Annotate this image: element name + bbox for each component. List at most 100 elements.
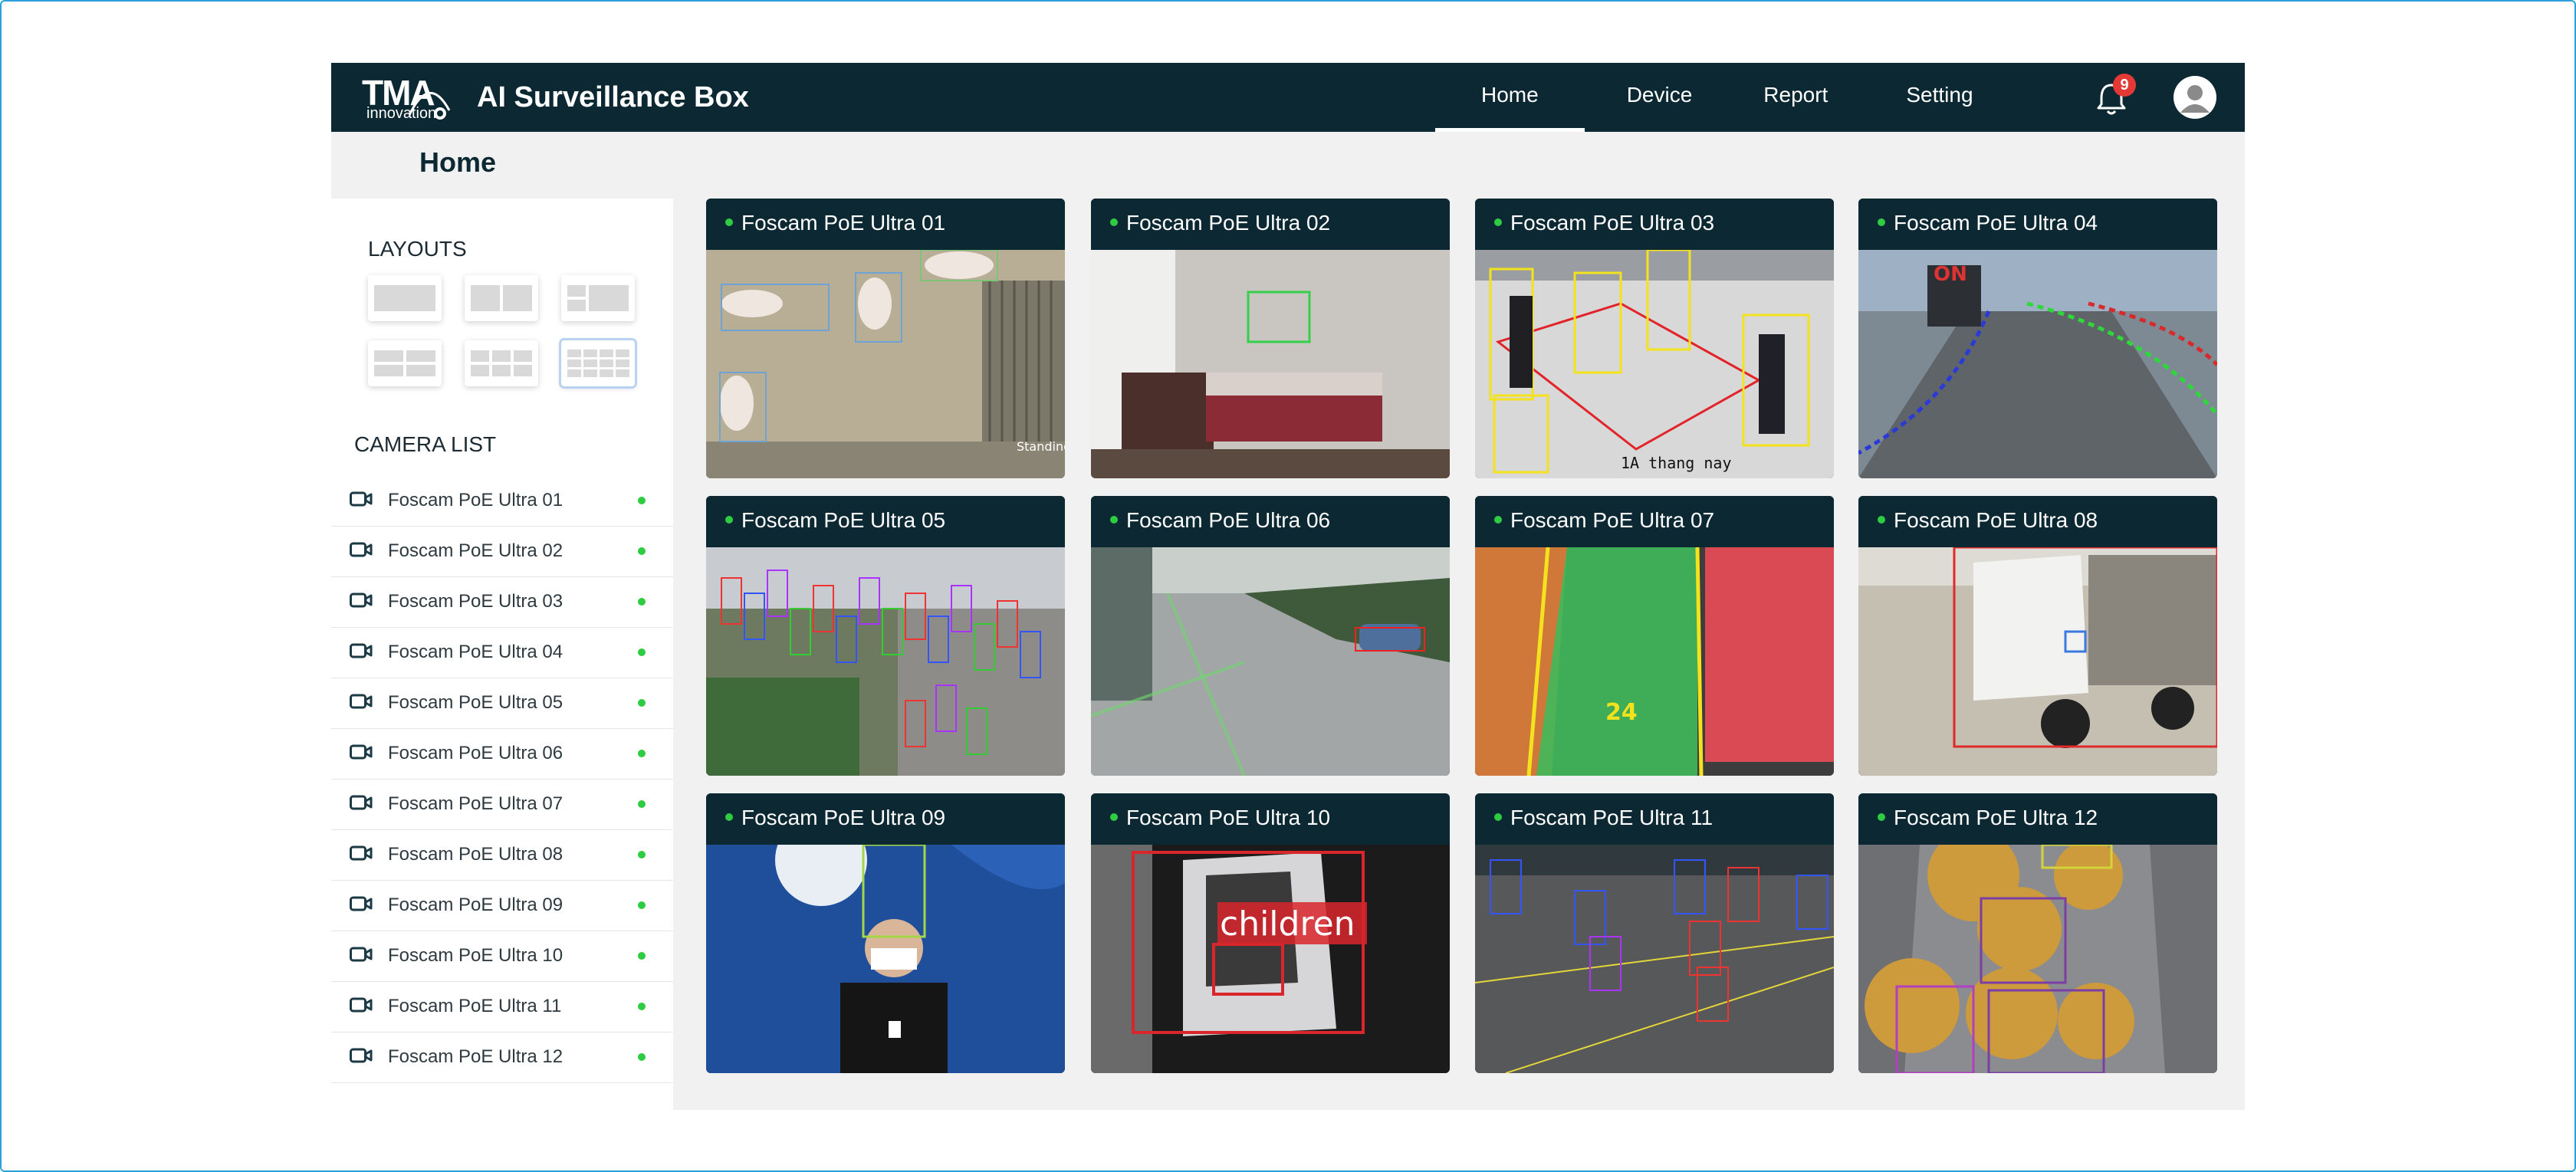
camera-list-item-label: Foscam PoE Ultra 04 — [388, 642, 564, 662]
camera-list-item[interactable]: Foscam PoE Ultra 09 — [331, 881, 673, 931]
camera-tile[interactable]: Foscam PoE Ultra 10 children — [1091, 793, 1450, 1073]
camera-tile-title: Foscam PoE Ultra 03 — [1510, 211, 1715, 235]
status-dot — [1110, 813, 1118, 821]
camera-list-item-label: Foscam PoE Ultra 10 — [388, 945, 564, 966]
status-dot — [638, 952, 646, 960]
status-dot — [638, 547, 646, 555]
layout-4x3-button[interactable] — [561, 340, 635, 386]
logo-subtext: innovation — [366, 105, 437, 122]
status-dot — [638, 800, 646, 808]
camera-tile-title: Foscam PoE Ultra 01 — [741, 211, 946, 235]
camera-tile[interactable]: Foscam PoE Ultra 07 24 — [1475, 496, 1834, 776]
camera-list-item[interactable]: Foscam PoE Ultra 05 — [331, 678, 673, 729]
layout-2x1-button[interactable] — [465, 275, 538, 321]
camera-list-item[interactable]: Foscam PoE Ultra 07 — [331, 780, 673, 830]
camera-tile-title: Foscam PoE Ultra 05 — [741, 508, 946, 532]
camera-tile[interactable]: Foscam PoE Ultra 01 Standing — [706, 199, 1065, 478]
camera-list-title: CAMERA LIST — [354, 432, 497, 456]
camera-feed[interactable]: Standing — [706, 250, 1065, 478]
camera-tile-header: Foscam PoE Ultra 11 — [1475, 793, 1834, 845]
camera-list-item-label: Foscam PoE Ultra 03 — [388, 591, 564, 612]
app-title: AI Surveillance Box — [477, 81, 749, 113]
camera-feed[interactable]: children — [1091, 845, 1450, 1073]
camera-list-item[interactable]: Foscam PoE Ultra 03 — [331, 577, 673, 628]
camera-feed[interactable] — [1475, 845, 1834, 1073]
notification-badge: 9 — [2113, 74, 2136, 97]
camera-feed[interactable]: 1A thang nay — [1475, 250, 1834, 478]
camera-list-item[interactable]: Foscam PoE Ultra 01 — [331, 476, 673, 527]
svg-text:ON: ON — [1934, 263, 1967, 286]
nav-report[interactable]: Report — [1727, 63, 1872, 132]
camera-feed[interactable]: ON — [1858, 250, 2217, 478]
camera-tile[interactable]: Foscam PoE Ultra 12 — [1858, 793, 2217, 1073]
camera-icon — [350, 996, 373, 1013]
camera-feed[interactable] — [706, 845, 1065, 1073]
camera-tile[interactable]: Foscam PoE Ultra 11 — [1475, 793, 1834, 1073]
camera-tile[interactable]: Foscam PoE Ultra 05 — [706, 496, 1065, 776]
svg-text:children: children — [1220, 904, 1355, 944]
camera-tile-header: Foscam PoE Ultra 09 — [706, 793, 1065, 845]
status-dot — [638, 750, 646, 757]
status-dot — [1110, 218, 1118, 226]
layout-1x1-button[interactable] — [368, 275, 442, 321]
camera-feed[interactable] — [1091, 250, 1450, 478]
camera-tile-header: Foscam PoE Ultra 03 — [1475, 199, 1834, 250]
layout-1+2-button[interactable] — [561, 275, 635, 321]
camera-list-item[interactable]: Foscam PoE Ultra 12 — [331, 1032, 673, 1083]
camera-tile-header: Foscam PoE Ultra 05 — [706, 496, 1065, 547]
camera-tile[interactable]: Foscam PoE Ultra 03 1A thang nay — [1475, 199, 1834, 478]
camera-list-item-label: Foscam PoE Ultra 01 — [388, 490, 564, 510]
svg-text:Standing: Standing — [1017, 439, 1065, 454]
layout-2x2-button[interactable] — [368, 340, 442, 386]
camera-list-item-label: Foscam PoE Ultra 09 — [388, 895, 564, 915]
camera-list-item[interactable]: Foscam PoE Ultra 04 — [331, 628, 673, 678]
layout-3x2-button[interactable] — [465, 340, 538, 386]
status-dot — [1878, 813, 1885, 821]
camera-tile[interactable]: Foscam PoE Ultra 04 ON — [1858, 199, 2217, 478]
nav-setting[interactable]: Setting — [1872, 63, 2016, 132]
main-nav: Home Device Report Setting — [1435, 63, 2016, 132]
svg-text:24: 24 — [1605, 699, 1638, 726]
layouts-title: LAYOUTS — [368, 237, 467, 261]
camera-feed[interactable] — [1858, 547, 2217, 776]
status-dot — [1878, 218, 1885, 226]
nav-device[interactable]: Device — [1585, 63, 1728, 132]
page-title: Home — [419, 146, 497, 178]
camera-feed[interactable] — [1091, 547, 1450, 776]
camera-tile-title: Foscam PoE Ultra 04 — [1894, 211, 2098, 235]
camera-icon — [350, 794, 373, 811]
camera-tile[interactable]: Foscam PoE Ultra 08 — [1858, 496, 2217, 776]
camera-list-item[interactable]: Foscam PoE Ultra 11 — [331, 982, 673, 1032]
avatar-icon — [2175, 77, 2215, 117]
nav-home[interactable]: Home — [1435, 63, 1585, 132]
camera-feed[interactable] — [1858, 845, 2217, 1073]
status-dot — [638, 1003, 646, 1010]
camera-feed[interactable]: 24 — [1475, 547, 1834, 776]
camera-icon — [350, 693, 373, 710]
camera-icon — [350, 845, 373, 862]
status-dot — [638, 901, 646, 909]
camera-tile-title: Foscam PoE Ultra 07 — [1510, 508, 1715, 532]
camera-tile-title: Foscam PoE Ultra 06 — [1126, 508, 1331, 532]
status-dot — [1494, 516, 1502, 524]
camera-tile[interactable]: Foscam PoE Ultra 02 — [1091, 199, 1450, 478]
camera-list-item[interactable]: Foscam PoE Ultra 10 — [331, 931, 673, 982]
camera-tile[interactable]: Foscam PoE Ultra 06 — [1091, 496, 1450, 776]
camera-feed[interactable] — [706, 547, 1065, 776]
camera-icon — [350, 895, 373, 912]
camera-tile-header: Foscam PoE Ultra 01 — [706, 199, 1065, 250]
camera-list-item[interactable]: Foscam PoE Ultra 08 — [331, 830, 673, 881]
status-dot — [1494, 218, 1502, 226]
camera-tile[interactable]: Foscam PoE Ultra 09 — [706, 793, 1065, 1073]
avatar[interactable] — [2174, 76, 2216, 119]
tma-logo[interactable]: TMA innovation — [362, 74, 462, 121]
camera-tile-title: Foscam PoE Ultra 12 — [1894, 806, 2098, 829]
camera-tile-header: Foscam PoE Ultra 04 — [1858, 199, 2217, 250]
status-dot — [638, 598, 646, 606]
camera-tile-header: Foscam PoE Ultra 10 — [1091, 793, 1450, 845]
camera-list-item[interactable]: Foscam PoE Ultra 02 — [331, 527, 673, 577]
camera-tile-header: Foscam PoE Ultra 12 — [1858, 793, 2217, 845]
status-dot — [638, 851, 646, 858]
camera-list-item[interactable]: Foscam PoE Ultra 06 — [331, 729, 673, 780]
status-dot — [725, 516, 733, 524]
